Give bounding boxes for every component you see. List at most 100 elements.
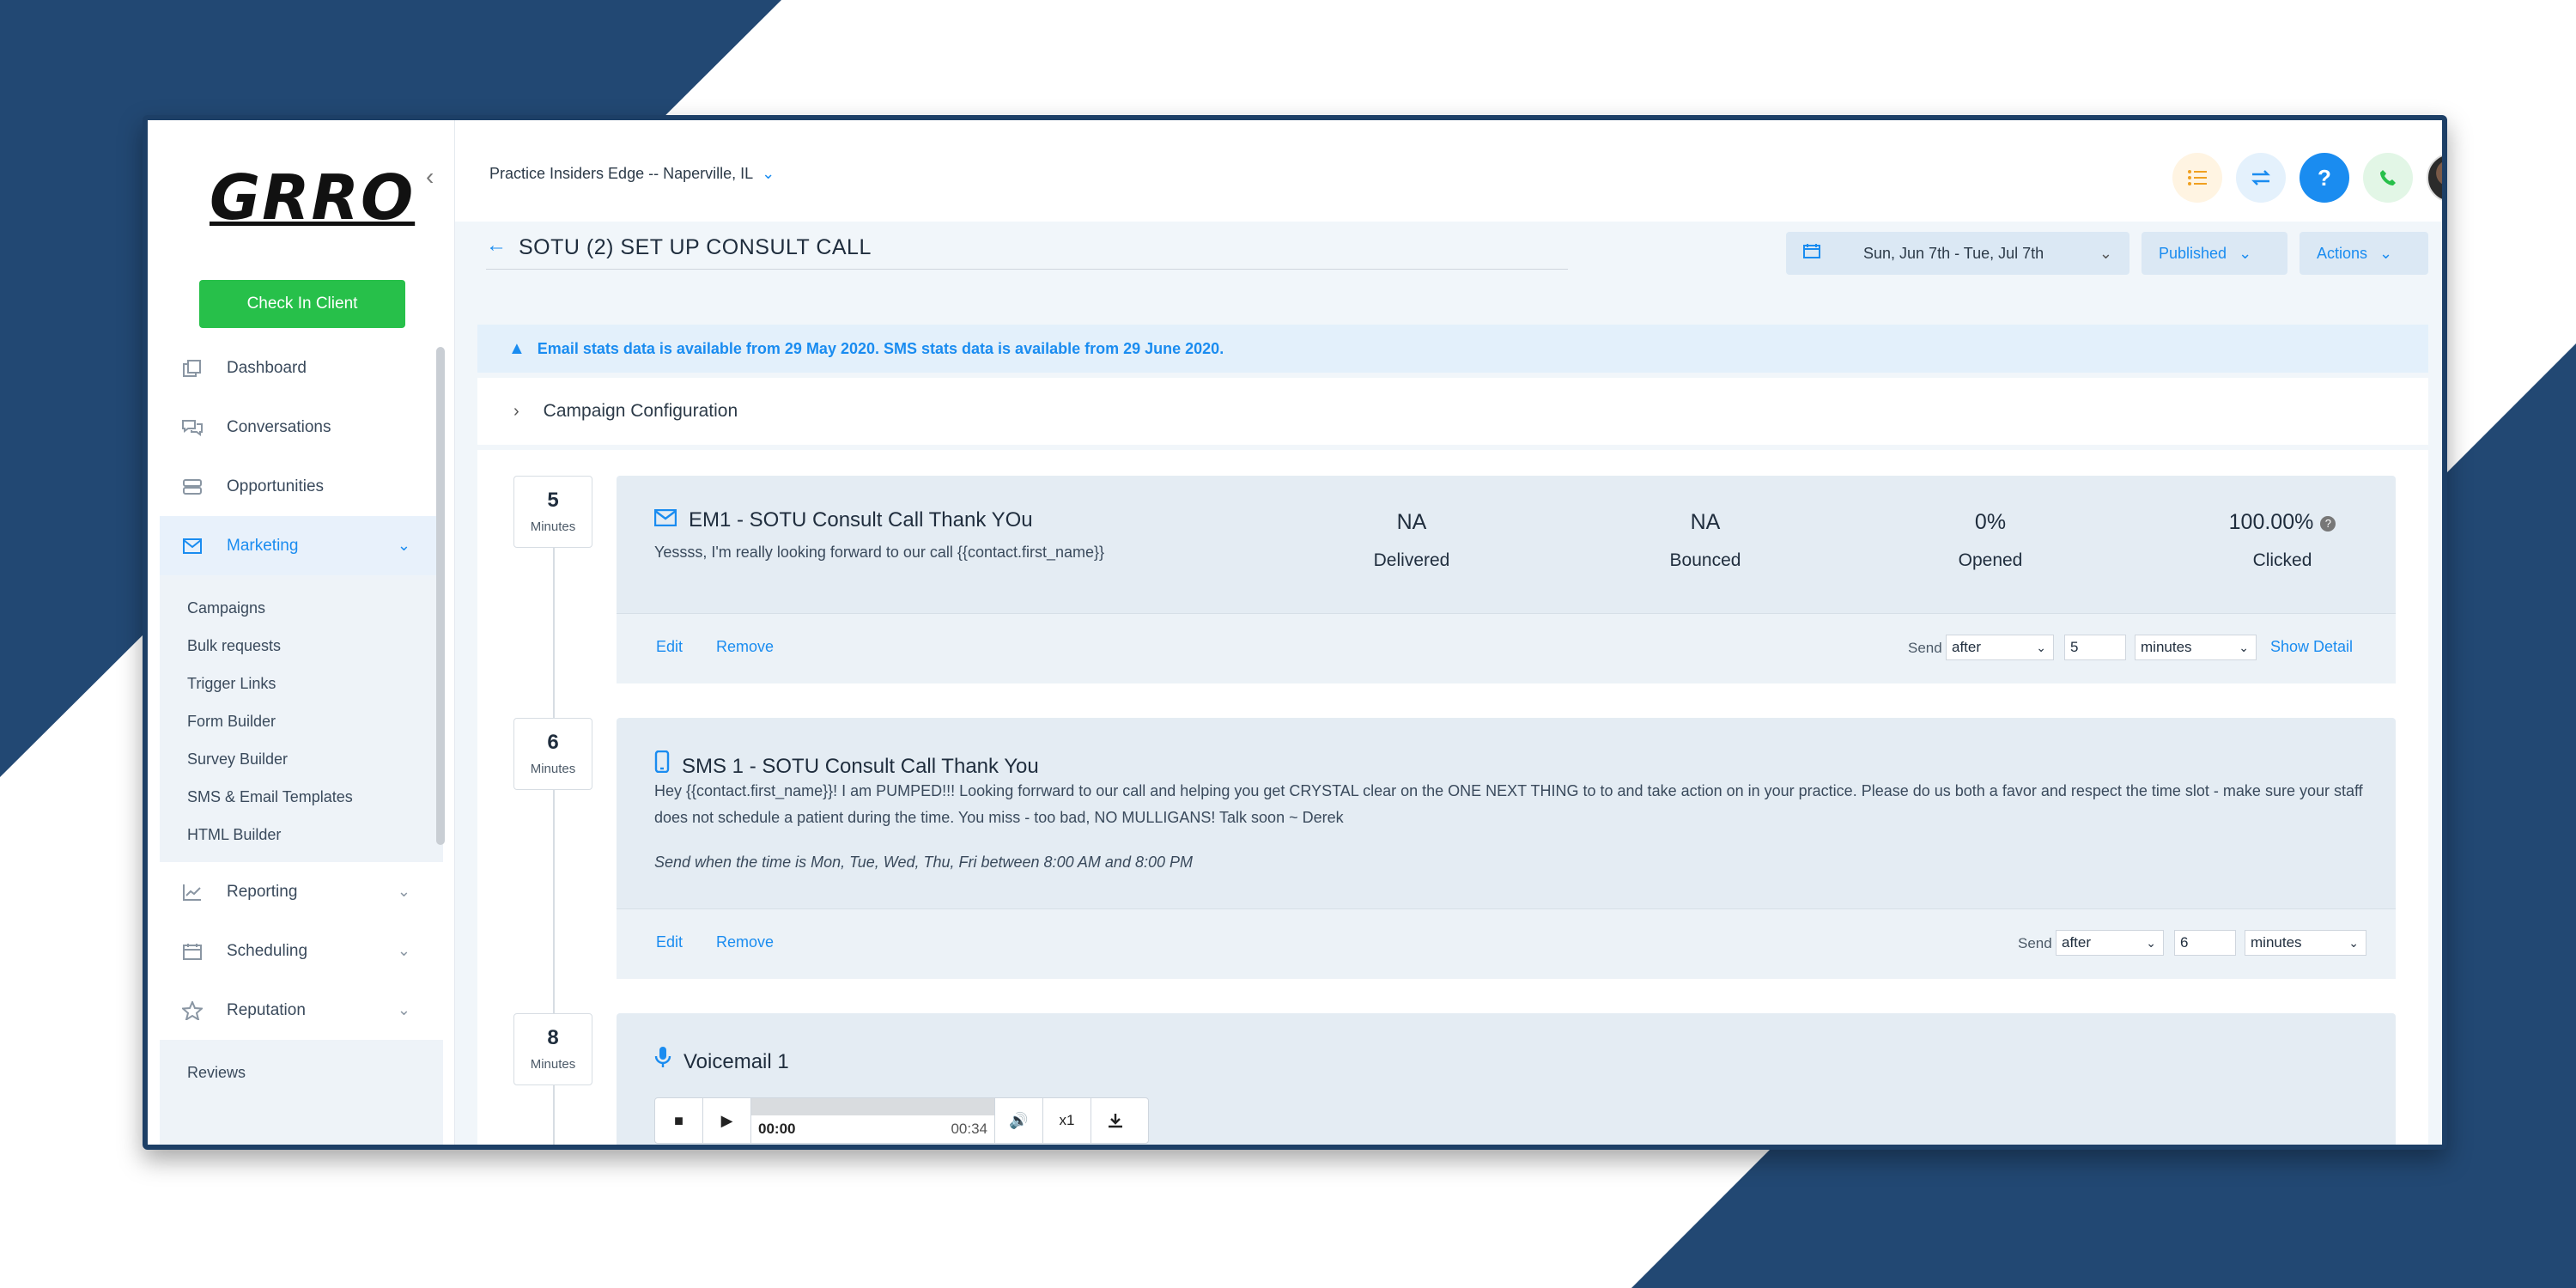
step-delay-badge: 5 Minutes <box>513 476 592 548</box>
chevron-down-icon: ⌄ <box>2348 935 2359 950</box>
subnav-item-form-builder[interactable]: Form Builder <box>160 702 443 740</box>
chevron-down-icon: ⌄ <box>397 883 410 900</box>
sidebar-item-label: Marketing <box>227 536 299 555</box>
sidebar-item-dashboard[interactable]: Dashboard <box>160 338 443 398</box>
sidebar-item-reporting[interactable]: Reporting ⌄ <box>160 862 443 921</box>
sidebar-nav: Dashboard Conversations Opportunities Ma… <box>160 338 443 1145</box>
sidebar-scrollbar[interactable] <box>436 347 445 845</box>
send-when-select[interactable]: after ⌄ <box>1946 635 2054 660</box>
chevron-down-icon: ⌄ <box>2239 640 2249 654</box>
line-chart-icon <box>180 882 204 902</box>
progress-track <box>751 1098 994 1115</box>
chevron-down-icon: ⌄ <box>2239 244 2252 262</box>
sidebar-item-conversations[interactable]: Conversations <box>160 398 443 457</box>
subnav-item-reviews[interactable]: Reviews <box>160 1054 443 1091</box>
chevron-down-icon: ⌄ <box>2379 244 2393 262</box>
sidebar-item-label: Dashboard <box>227 358 307 377</box>
step-delay-badge: 8 Minutes <box>513 1013 592 1085</box>
campaign-configuration-toggle[interactable]: › Campaign Configuration <box>477 378 2428 445</box>
page-title[interactable]: SOTU (2) SET UP CONSULT CALL <box>519 235 872 260</box>
step-delay-badge: 6 Minutes <box>513 718 592 790</box>
check-in-client-button[interactable]: Check In Client <box>199 280 405 328</box>
status-dropdown[interactable]: Published ⌄ <box>2142 232 2287 275</box>
phone-icon[interactable] <box>2363 153 2413 203</box>
stat-bounced: NA Bounced <box>1619 510 1791 571</box>
chevron-down-icon: ⌄ <box>397 537 410 554</box>
remove-link[interactable]: Remove <box>716 638 774 656</box>
chevron-left-icon[interactable]: ‹ <box>426 163 434 191</box>
swap-arrows-icon[interactable] <box>2236 153 2286 203</box>
select-value: after <box>2062 934 2092 951</box>
chevron-down-icon: ⌄ <box>762 165 775 182</box>
dashboard-icon <box>180 358 204 379</box>
sidebar: GRRO ‹ Check In Client Dashboard Convers… <box>148 120 455 1145</box>
step-title[interactable]: SMS 1 - SOTU Consult Call Thank You <box>654 750 1039 779</box>
select-value: after <box>1952 639 1982 655</box>
send-unit-select[interactable]: minutes ⌄ <box>2245 930 2366 956</box>
step-title[interactable]: EM1 - SOTU Consult Call Thank YOu <box>653 508 1033 532</box>
send-amount-input[interactable]: 6 <box>2174 930 2236 956</box>
top-bar: Practice Insiders Edge -- Naperville, IL… <box>455 120 2442 222</box>
play-icon[interactable]: ▶ <box>703 1098 751 1143</box>
input-value: 6 <box>2180 934 2189 951</box>
date-range-picker[interactable]: Sun, Jun 7th - Tue, Jul 7th ⌄ <box>1786 232 2129 275</box>
reputation-subnav: Reviews <box>160 1040 443 1145</box>
audio-progress-bar[interactable]: 00:00 00:34 <box>751 1098 995 1143</box>
app-window: GRRO ‹ Check In Client Dashboard Convers… <box>143 115 2447 1150</box>
mail-icon <box>653 508 677 532</box>
calendar-icon <box>1803 243 1820 264</box>
delay-unit: Minutes <box>530 519 576 534</box>
subnav-item-sms-email-templates[interactable]: SMS & Email Templates <box>160 778 443 816</box>
subnav-item-trigger-links[interactable]: Trigger Links <box>160 665 443 702</box>
avatar[interactable] <box>2427 153 2442 203</box>
list-icon[interactable] <box>2172 153 2222 203</box>
download-icon[interactable] <box>1091 1098 1139 1143</box>
sidebar-item-opportunities[interactable]: Opportunities <box>160 457 443 516</box>
stat-value: NA <box>1396 510 1427 534</box>
alert-text: Email stats data is available from 29 Ma… <box>537 339 1224 357</box>
stat-value-text: 100.00% <box>2228 510 2314 534</box>
edit-link[interactable]: Edit <box>656 638 683 656</box>
volume-icon[interactable]: 🔊 <box>995 1098 1043 1143</box>
remove-link[interactable]: Remove <box>716 933 774 951</box>
location-selector[interactable]: Practice Insiders Edge -- Naperville, IL… <box>489 165 775 183</box>
subnav-item-html-builder[interactable]: HTML Builder <box>160 816 443 854</box>
sidebar-item-marketing[interactable]: Marketing ⌄ <box>160 516 443 575</box>
chevron-right-icon: › <box>513 401 519 421</box>
show-detail-link[interactable]: Show Detail <box>2270 638 2353 656</box>
stat-value: 100.00%? <box>2196 510 2368 535</box>
mail-icon <box>180 536 204 556</box>
actions-dropdown[interactable]: Actions ⌄ <box>2300 232 2428 275</box>
date-range-value: Sun, Jun 7th - Tue, Jul 7th <box>1863 244 2044 262</box>
step-footer: Edit Remove Send after ⌄ 5 minutes ⌄ Show … <box>617 613 2396 683</box>
help-button[interactable]: ? <box>2300 153 2349 203</box>
step-footer: Edit Remove Send after ⌄ 6 minutes ⌄ <box>617 908 2396 979</box>
calendar-icon <box>180 941 204 962</box>
input-value: 5 <box>2070 639 2079 655</box>
help-icon[interactable]: ? <box>2320 516 2336 532</box>
subnav-item-bulk-requests[interactable]: Bulk requests <box>160 627 443 665</box>
step-title[interactable]: Voicemail 1 <box>654 1046 789 1074</box>
sms-step-card: SMS 1 - SOTU Consult Call Thank You Hey … <box>617 718 2396 979</box>
send-unit-select[interactable]: minutes ⌄ <box>2135 635 2257 660</box>
sidebar-item-label: Conversations <box>227 417 331 436</box>
subnav-item-survey-builder[interactable]: Survey Builder <box>160 740 443 778</box>
stat-value: NA <box>1690 510 1721 534</box>
subnav-item-campaigns[interactable]: Campaigns <box>160 589 443 627</box>
step-title-text: Voicemail 1 <box>683 1050 789 1073</box>
config-label: Campaign Configuration <box>543 401 738 421</box>
email-step-card: EM1 - SOTU Consult Call Thank YOu Yessss… <box>617 476 2396 683</box>
sidebar-item-label: Scheduling <box>227 941 308 960</box>
edit-link[interactable]: Edit <box>656 933 683 951</box>
status-value: Published <box>2159 244 2227 262</box>
sidebar-item-reputation[interactable]: Reputation ⌄ <box>160 981 443 1040</box>
back-arrow-icon[interactable]: ← <box>486 234 507 258</box>
stat-label: Clicked <box>2252 550 2312 570</box>
playback-speed-button[interactable]: x1 <box>1043 1098 1091 1143</box>
delay-value: 8 <box>547 1026 559 1049</box>
send-when-select[interactable]: after ⌄ <box>2056 930 2164 956</box>
delay-value: 6 <box>547 731 559 754</box>
stop-icon[interactable]: ■ <box>655 1098 703 1143</box>
sidebar-item-scheduling[interactable]: Scheduling ⌄ <box>160 921 443 981</box>
send-amount-input[interactable]: 5 <box>2064 635 2126 660</box>
